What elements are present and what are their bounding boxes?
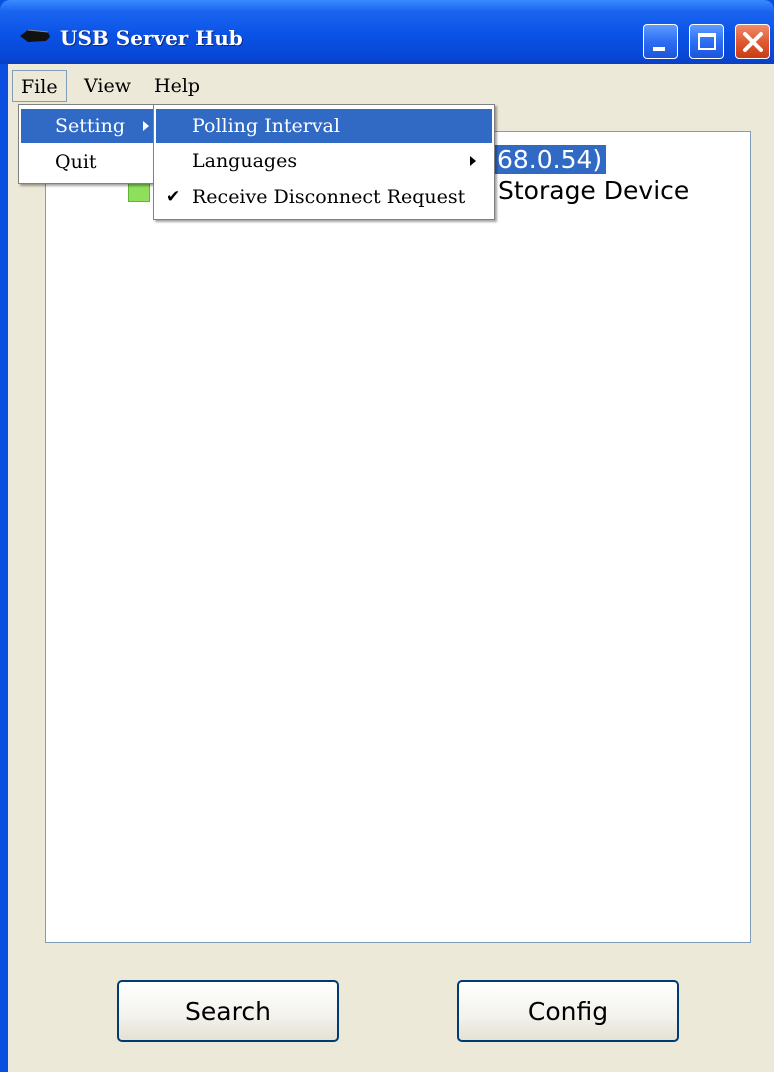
setting-submenu-popup: Polling Interval Languages ✔ Receive Dis…	[153, 104, 495, 220]
close-icon	[743, 32, 763, 52]
check-icon: ✔	[166, 187, 181, 207]
menu-item-quit[interactable]: Quit	[21, 145, 155, 179]
app-window: USB Server Hub File View Help 68.0.54) S…	[0, 0, 774, 1072]
tree-server-node[interactable]: 68.0.54)	[493, 145, 607, 174]
menu-item-receive-disconnect[interactable]: ✔ Receive Disconnect Request	[156, 180, 492, 214]
title-bar[interactable]: USB Server Hub	[0, 0, 774, 64]
maximize-button[interactable]	[689, 24, 724, 59]
menu-item-setting[interactable]: Setting	[21, 109, 155, 143]
menu-item-polling-interval[interactable]: Polling Interval	[156, 109, 492, 143]
config-button[interactable]: Config	[457, 980, 679, 1042]
submenu-arrow-icon	[143, 121, 149, 131]
menu-bar: File View Help	[8, 70, 774, 102]
menu-item-polling-interval-label: Polling Interval	[192, 115, 340, 137]
search-button[interactable]: Search	[117, 980, 339, 1042]
window-title: USB Server Hub	[60, 26, 243, 50]
menu-view[interactable]: View	[76, 70, 139, 102]
menu-file[interactable]: File	[12, 70, 67, 102]
device-tree[interactable]: 68.0.54) Storage Device	[45, 131, 751, 943]
menu-item-languages[interactable]: Languages	[156, 144, 492, 178]
close-button[interactable]	[735, 24, 770, 59]
tree-device-node[interactable]: Storage Device	[498, 176, 689, 205]
menu-item-languages-label: Languages	[192, 150, 298, 172]
submenu-arrow-icon	[470, 156, 476, 166]
menu-help[interactable]: Help	[146, 70, 208, 102]
menu-item-setting-label: Setting	[55, 115, 126, 137]
menu-item-quit-label: Quit	[55, 151, 97, 173]
maximize-icon	[698, 33, 716, 50]
menu-item-receive-disconnect-label: Receive Disconnect Request	[192, 186, 466, 208]
usb-cable-icon	[20, 29, 50, 42]
usb-device-icon	[128, 182, 150, 202]
file-menu-popup: Setting Quit	[18, 104, 158, 184]
minimize-icon	[653, 47, 665, 51]
minimize-button[interactable]	[643, 24, 678, 59]
